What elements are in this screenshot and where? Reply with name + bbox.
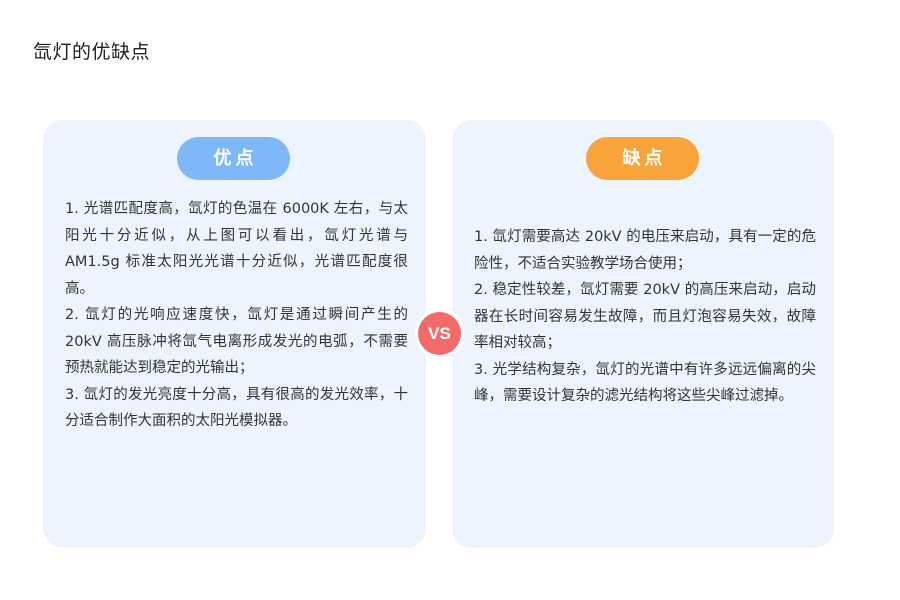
cons-badge: 缺点 [586, 137, 699, 180]
pros-item-3: 3. 氙灯的发光亮度十分高，具有很高的发光效率，十分适合制作大面积的太阳光模拟器… [65, 386, 408, 430]
cons-item-1: 1. 氙灯需要高达 20kV 的电压来启动，具有一定的危险性，不适合实验教学场合… [474, 229, 816, 272]
pros-list: 1. 光谱匹配度高，氙灯的色温在 6000K 左右，与太阳光十分近似，从上图可以… [65, 196, 408, 435]
cons-item-3: 3. 光学结构复杂，氙灯的光谱中有许多远远偏离的尖峰，需要设计复杂的滤光结构将这… [474, 361, 816, 405]
pros-item-1: 1. 光谱匹配度高，氙灯的色温在 6000K 左右，与太阳光十分近似，从上图可以… [65, 201, 408, 297]
cons-item-2: 2. 稳定性较差，氙灯需要 20kV 的高压来启动，启动器在长时间容易发生故障，… [474, 282, 816, 351]
pros-card: 优点 1. 光谱匹配度高，氙灯的色温在 6000K 左右，与太阳光十分近似，从上… [43, 120, 426, 548]
vs-badge: VS [418, 312, 461, 355]
pros-item-2: 2. 氙灯的光响应速度快，氙灯是通过瞬间产生的 20kV 高压脉冲将氙气电离形成… [65, 307, 408, 376]
cons-list: 1. 氙灯需要高达 20kV 的电压来启动，具有一定的危险性，不适合实验教学场合… [474, 224, 816, 410]
cons-card: 缺点 1. 氙灯需要高达 20kV 的电压来启动，具有一定的危险性，不适合实验教… [452, 120, 834, 548]
pros-badge: 优点 [177, 137, 290, 180]
page-title: 氙灯的优缺点 [33, 41, 151, 63]
